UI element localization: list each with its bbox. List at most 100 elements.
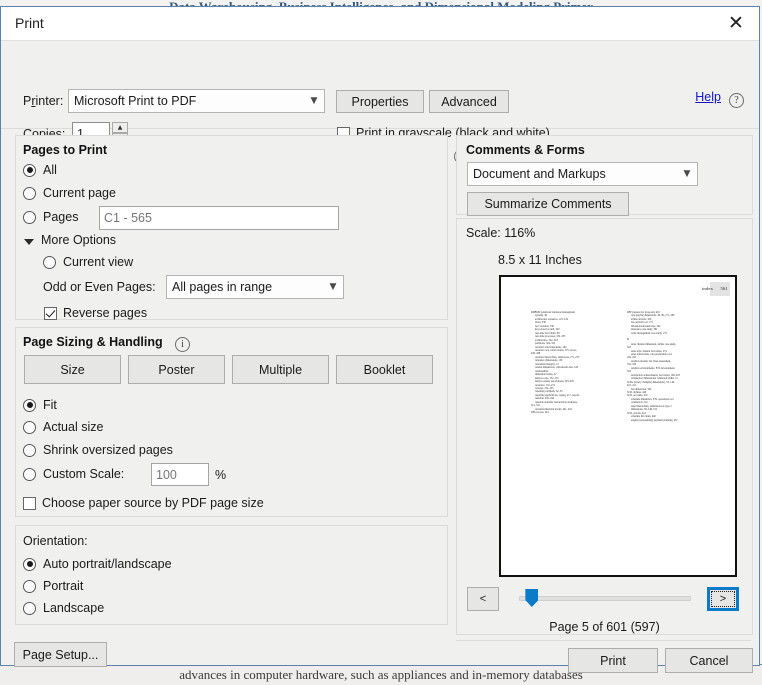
spinner-up-icon[interactable]: ▲ — [112, 122, 128, 133]
orientation-option-portrait-label: Portrait — [43, 579, 84, 593]
page-setup-button-label: Page Setup... — [22, 647, 99, 662]
page-sizing-title: Page Sizing & Handling — [23, 335, 163, 349]
page-setup-button[interactable]: Page Setup... — [14, 642, 107, 667]
advanced-button-label: Advanced — [441, 94, 497, 109]
paper-source-row[interactable]: Choose paper source by PDF page size — [23, 496, 264, 510]
dialog-titlebar: Print ✕ — [1, 7, 759, 41]
orientation-option-auto[interactable]: Auto portrait/landscape — [23, 557, 172, 571]
odd-even-label: Odd or Even Pages: — [43, 280, 156, 294]
printer-select-value: Microsoft Print to PDF — [74, 94, 197, 108]
cancel-button-label: Cancel — [689, 653, 729, 668]
comments-forms-title: Comments & Forms — [466, 143, 585, 157]
percent-symbol: % — [215, 468, 227, 482]
page-count-label: Page 5 of 601 (597) — [549, 620, 660, 634]
orientation-option-auto-radio[interactable] — [23, 557, 36, 571]
pages-option-current-page[interactable]: Current page — [23, 186, 116, 200]
close-icon[interactable]: ✕ — [713, 7, 759, 39]
chevron-right-icon: > — [719, 593, 727, 605]
current-view-option[interactable]: Current view — [43, 255, 133, 269]
pages-option-pages-label: Pages — [43, 210, 79, 224]
booklet-button[interactable]: Booklet — [336, 355, 433, 384]
multiple-button-label: Multiple — [258, 362, 303, 377]
print-button[interactable]: Print — [568, 648, 658, 673]
page-sizing-info-icon[interactable]: i — [175, 334, 190, 352]
properties-button-label: Properties — [351, 94, 409, 109]
printer-select[interactable]: Microsoft Print to PDF ▼ — [68, 89, 325, 113]
triangle-down-icon[interactable] — [24, 239, 34, 245]
orientation-option-landscape-radio[interactable] — [23, 601, 36, 615]
orientation-title: Orientation: — [23, 534, 88, 548]
chevron-left-icon: < — [479, 593, 487, 605]
orientation-option-landscape[interactable]: Landscape — [23, 601, 104, 615]
pages-option-current-page-label: Current page — [43, 186, 116, 200]
pages-option-all-label: All — [43, 163, 57, 177]
paper-source-checkbox[interactable] — [23, 496, 36, 510]
sizing-option-actual-size[interactable]: Actual size — [23, 420, 103, 434]
preview-right-column: RFP (request for proposal), 410 role-play… — [627, 311, 680, 422]
orientation-option-auto-label: Auto portrait/landscape — [43, 557, 172, 571]
chevron-down-icon: ▼ — [329, 282, 337, 292]
sizing-option-fit-radio[interactable] — [23, 398, 36, 412]
sizing-option-shrink[interactable]: Shrink oversized pages — [23, 443, 173, 457]
pages-option-current-page-radio[interactable] — [23, 186, 36, 200]
pages-option-all-radio[interactable] — [23, 163, 36, 177]
preview-left-column: RDBMS (relational database management sys… — [531, 311, 580, 415]
advanced-button[interactable]: Advanced — [429, 90, 509, 113]
sizing-option-custom-scale-radio[interactable] — [23, 467, 36, 481]
pages-to-print-title: Pages to Print — [23, 143, 108, 157]
custom-scale-input[interactable] — [151, 463, 209, 486]
sizing-option-shrink-radio[interactable] — [23, 443, 36, 457]
printer-section: Printer: Microsoft Print to PDF ▼ Proper… — [1, 41, 759, 164]
print-dialog-screen: Data Warehousing, Business Intelligence,… — [0, 0, 762, 685]
next-page-button[interactable]: > — [707, 587, 739, 611]
chevron-down-icon: ▼ — [683, 169, 691, 179]
sizing-option-custom-scale[interactable]: Custom Scale: — [23, 467, 124, 481]
page-preview[interactable]: index 561 RDBMS (relational database man… — [499, 275, 737, 577]
odd-even-select[interactable]: All pages in range ▼ — [166, 275, 344, 299]
sizing-option-fit[interactable]: Fit — [23, 398, 57, 412]
sizing-option-fit-label: Fit — [43, 398, 57, 412]
odd-even-select-value: All pages in range — [172, 280, 273, 294]
properties-button[interactable]: Properties — [336, 90, 424, 113]
print-button-label: Print — [600, 653, 626, 668]
paper-source-label: Choose paper source by PDF page size — [42, 496, 264, 510]
pages-option-all[interactable]: All — [23, 163, 57, 177]
size-button[interactable]: Size — [24, 355, 121, 384]
preview-index-text: index — [701, 286, 714, 291]
preview-index-number: 561 — [720, 286, 728, 291]
comments-forms-select-value: Document and Markups — [473, 167, 606, 181]
pages-range-input[interactable] — [99, 206, 339, 230]
page-slider-track[interactable] — [519, 596, 691, 601]
comments-forms-select[interactable]: Document and Markups ▼ — [467, 162, 698, 186]
sizing-option-custom-scale-label: Custom Scale: — [43, 467, 125, 481]
booklet-button-label: Booklet — [363, 362, 406, 377]
paper-size-label: 8.5 x 11 Inches — [498, 253, 582, 267]
more-options-label[interactable]: More Options — [41, 233, 116, 247]
poster-button[interactable]: Poster — [128, 355, 225, 384]
question-mark-icon[interactable]: ? — [729, 90, 744, 108]
poster-button-label: Poster — [158, 362, 195, 377]
preview-index-label: index 561 — [702, 286, 728, 291]
reverse-pages-checkbox[interactable] — [44, 306, 57, 320]
multiple-button[interactable]: Multiple — [232, 355, 329, 384]
reverse-pages-row[interactable]: Reverse pages — [44, 306, 147, 320]
prev-page-button[interactable]: < — [467, 587, 499, 611]
sizing-option-shrink-label: Shrink oversized pages — [43, 443, 173, 457]
summarize-comments-button[interactable]: Summarize Comments — [467, 192, 629, 216]
pages-option-pages-radio[interactable] — [23, 210, 36, 224]
cancel-button[interactable]: Cancel — [665, 648, 753, 673]
pages-option-pages[interactable]: Pages — [23, 210, 78, 224]
footer-divider — [456, 640, 751, 641]
orientation-option-portrait[interactable]: Portrait — [23, 579, 83, 593]
summarize-comments-button-label: Summarize Comments — [484, 197, 612, 211]
size-button-label: Size — [60, 362, 85, 377]
scale-label: Scale: 116% — [466, 226, 536, 240]
printer-label: Printer: — [23, 94, 64, 108]
orientation-option-landscape-label: Landscape — [43, 601, 105, 615]
current-view-radio[interactable] — [43, 255, 56, 269]
chevron-down-icon: ▼ — [310, 96, 318, 106]
help-link[interactable]: Help — [695, 90, 721, 104]
orientation-option-portrait-radio[interactable] — [23, 579, 36, 593]
sizing-option-actual-size-radio[interactable] — [23, 420, 36, 434]
print-dialog: Print ✕ Printer: Microsoft Print to PDF … — [0, 6, 760, 673]
